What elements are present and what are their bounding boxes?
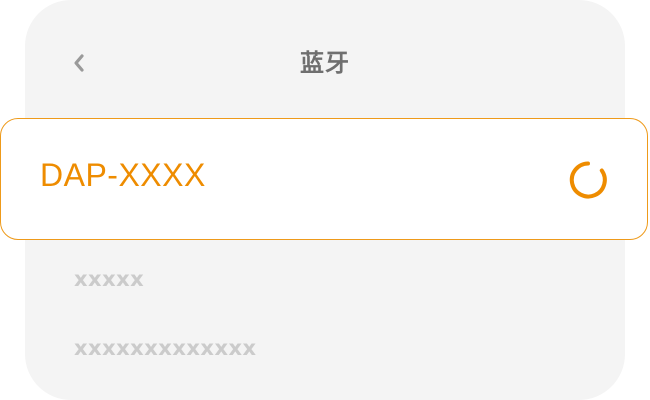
device-list-item[interactable]: xxxxx — [74, 269, 144, 290]
page-title: 蓝牙 — [300, 49, 350, 77]
device-list-item[interactable]: xxxxxxxxxxxxx — [74, 338, 257, 359]
device-name: DAP-XXXX — [40, 157, 206, 193]
bluetooth-screen: 蓝牙 DAP-XXXX xxxxx xxxxxxxxxxxxx — [0, 0, 650, 400]
selected-device-card[interactable]: DAP-XXXX — [0, 118, 648, 240]
loading-spinner-icon — [569, 161, 607, 199]
